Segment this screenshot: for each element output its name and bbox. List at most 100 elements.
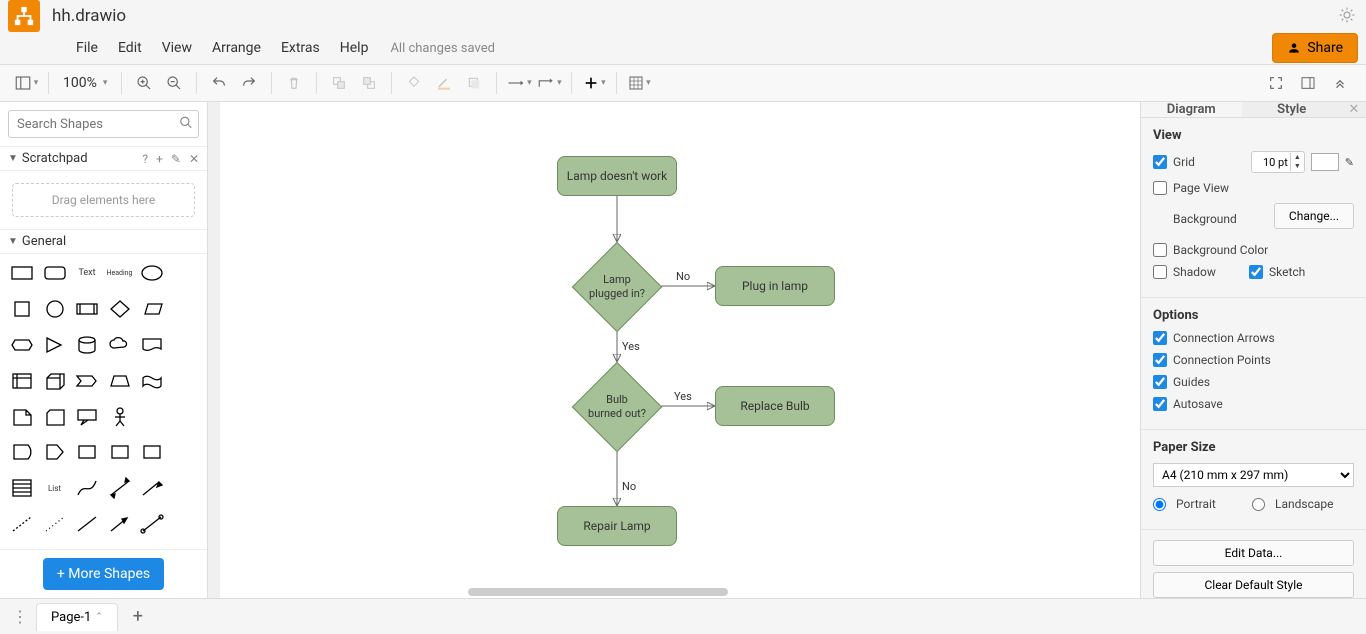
- paper[interactable]: [220, 102, 1140, 598]
- shape-cloud[interactable]: [106, 332, 134, 358]
- tab-diagram[interactable]: Diagram: [1141, 102, 1242, 117]
- node-end[interactable]: Repair Lamp: [557, 506, 677, 546]
- connection-button[interactable]: [505, 69, 533, 97]
- redo-button[interactable]: [235, 69, 263, 97]
- node-action-1[interactable]: Plug in lamp: [715, 266, 835, 306]
- general-header[interactable]: ▼ General: [0, 229, 207, 254]
- shape-diamond[interactable]: [106, 296, 134, 322]
- shape-blank7[interactable]: [171, 439, 199, 465]
- shape-rounded[interactable]: [41, 260, 69, 286]
- shape-callout[interactable]: [73, 404, 101, 430]
- insert-button[interactable]: [580, 69, 608, 97]
- grid-color-swatch[interactable]: [1311, 153, 1339, 171]
- menu-file[interactable]: File: [66, 36, 108, 60]
- node-decision-2[interactable]: Bulb burned out?: [572, 362, 662, 452]
- guides-checkbox[interactable]: [1153, 375, 1167, 389]
- menu-arrange[interactable]: Arrange: [202, 36, 271, 60]
- shape-blank9[interactable]: [171, 511, 199, 537]
- shape-cylinder[interactable]: [73, 332, 101, 358]
- zoom-in-button[interactable]: [130, 69, 158, 97]
- shape-and[interactable]: [41, 439, 69, 465]
- shape-card[interactable]: [41, 404, 69, 430]
- shape-ellipse[interactable]: [138, 260, 166, 286]
- collapse-button[interactable]: [1326, 69, 1354, 97]
- waypoints-button[interactable]: [535, 69, 563, 97]
- shape-line[interactable]: [73, 511, 101, 537]
- shape-or[interactable]: [8, 439, 36, 465]
- shape-internal-storage[interactable]: [8, 368, 36, 394]
- scratchpad-header[interactable]: ▼ Scratchpad ? + ✎ ✕: [0, 146, 207, 171]
- zoom-out-button[interactable]: [160, 69, 188, 97]
- shape-curve[interactable]: [73, 475, 101, 501]
- shape-arrow[interactable]: [138, 475, 166, 501]
- shape-blank2[interactable]: [171, 296, 199, 322]
- node-start[interactable]: Lamp doesn't work: [557, 156, 677, 196]
- menu-edit[interactable]: Edit: [108, 36, 152, 60]
- shape-triangle[interactable]: [41, 332, 69, 358]
- shape-blank5[interactable]: [138, 404, 166, 430]
- scratchpad-dropzone[interactable]: Drag elements here: [12, 183, 195, 217]
- menu-help[interactable]: Help: [330, 36, 379, 60]
- shape-text[interactable]: Text: [73, 260, 101, 286]
- shape-datastore[interactable]: [73, 439, 101, 465]
- shape-parallelogram[interactable]: [138, 296, 166, 322]
- pages-menu-icon[interactable]: ⋮: [8, 607, 32, 626]
- grid-stepper[interactable]: ▲▼: [1251, 151, 1305, 173]
- shape-step[interactable]: [73, 368, 101, 394]
- shape-dotline[interactable]: [41, 511, 69, 537]
- shape-blank6[interactable]: [171, 404, 199, 430]
- shape-rect[interactable]: [8, 260, 36, 286]
- table-button[interactable]: [625, 69, 653, 97]
- shape-document[interactable]: [138, 332, 166, 358]
- shape-cube[interactable]: [41, 368, 69, 394]
- pageview-checkbox[interactable]: [1153, 181, 1167, 195]
- filename[interactable]: hh.drawio: [52, 6, 126, 26]
- horizontal-scrollbar[interactable]: [468, 588, 728, 596]
- format-toggle-button[interactable]: [1294, 69, 1322, 97]
- canvas[interactable]: Lamp doesn't work Lamp plugged in? Plug …: [208, 102, 1140, 598]
- picker-icon[interactable]: ✎: [1345, 156, 1354, 169]
- menu-extras[interactable]: Extras: [271, 36, 330, 60]
- sidebar-toggle-button[interactable]: [12, 69, 40, 97]
- fullscreen-button[interactable]: [1262, 69, 1290, 97]
- bgcolor-checkbox[interactable]: [1153, 243, 1167, 257]
- shape-blank3[interactable]: [171, 332, 199, 358]
- scratchpad-add[interactable]: +: [156, 152, 163, 166]
- shape-arrow2[interactable]: [106, 511, 134, 537]
- edit-data-button[interactable]: Edit Data...: [1153, 540, 1354, 566]
- shape-blank8[interactable]: [171, 475, 199, 501]
- shape-actor[interactable]: [106, 404, 134, 430]
- shape-blank[interactable]: [171, 260, 199, 286]
- shape-heading[interactable]: Heading: [106, 260, 134, 286]
- shape-process[interactable]: [73, 296, 101, 322]
- scratchpad-close[interactable]: ✕: [189, 152, 199, 166]
- app-logo[interactable]: [8, 0, 40, 32]
- shape-hexagon[interactable]: [8, 332, 36, 358]
- menu-view[interactable]: View: [152, 36, 202, 60]
- sketch-checkbox[interactable]: [1249, 265, 1263, 279]
- shape-square[interactable]: [8, 296, 36, 322]
- shadow-checkbox[interactable]: [1153, 265, 1167, 279]
- add-page-button[interactable]: +: [124, 606, 152, 627]
- shape-circle[interactable]: [41, 296, 69, 322]
- shape-rect2[interactable]: [106, 439, 134, 465]
- shape-link[interactable]: [138, 511, 166, 537]
- node-action-2[interactable]: Replace Bulb: [715, 386, 835, 426]
- conn-points-checkbox[interactable]: [1153, 353, 1167, 367]
- autosave-checkbox[interactable]: [1153, 397, 1167, 411]
- more-shapes-button[interactable]: + More Shapes: [43, 558, 164, 590]
- landscape-radio[interactable]: [1252, 498, 1265, 511]
- shape-list[interactable]: [8, 475, 36, 501]
- shape-bidir[interactable]: [106, 475, 134, 501]
- shape-tape[interactable]: [138, 368, 166, 394]
- share-button[interactable]: Share: [1272, 33, 1358, 63]
- shape-list-label[interactable]: List: [41, 475, 69, 501]
- change-bg-button[interactable]: Change...: [1274, 203, 1354, 229]
- grid-checkbox[interactable]: [1153, 155, 1167, 169]
- tab-style[interactable]: Style: [1242, 102, 1343, 117]
- scratchpad-edit[interactable]: ✎: [171, 152, 181, 166]
- clear-style-button[interactable]: Clear Default Style: [1153, 572, 1354, 598]
- panel-close-icon[interactable]: ✕: [1342, 102, 1366, 117]
- appearance-icon[interactable]: [1338, 6, 1358, 26]
- portrait-radio[interactable]: [1153, 498, 1166, 511]
